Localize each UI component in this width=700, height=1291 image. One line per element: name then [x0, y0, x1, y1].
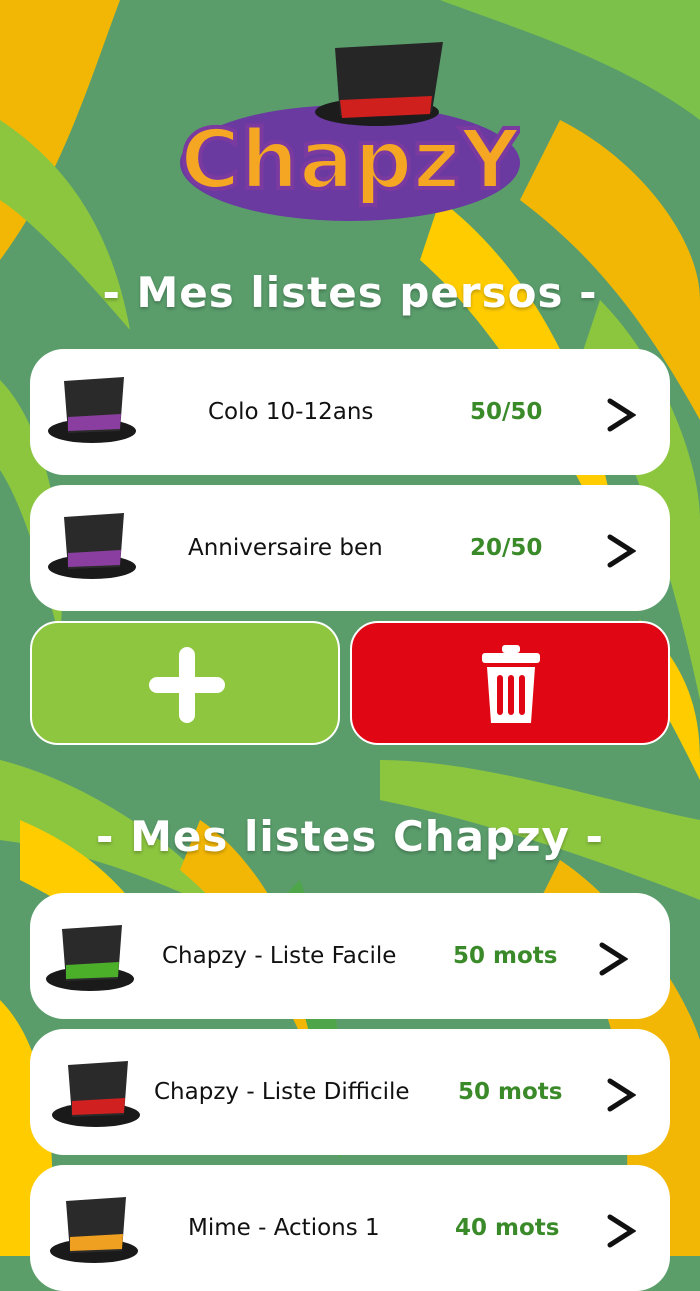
list-count: 20/50 [470, 535, 543, 561]
section-title-personal: - Mes listes persos - [102, 268, 598, 317]
list-name: Chapzy - Liste Difficile [154, 1079, 410, 1105]
add-list-button[interactable] [30, 621, 340, 745]
chevron-right-icon[interactable] [606, 1211, 636, 1251]
chevron-right-icon[interactable] [606, 395, 636, 435]
list-item-personal-2[interactable]: Anniversaire ben 20/50 [30, 485, 670, 611]
list-name: Anniversaire ben [188, 535, 383, 561]
hat-icon [48, 377, 136, 443]
list-count: 50 mots [458, 1079, 563, 1105]
list-item-chapzy-1[interactable]: Chapzy - Liste Facile 50 mots [30, 893, 670, 1019]
list-item-personal-1[interactable]: Colo 10-12ans 50/50 [30, 349, 670, 475]
list-name: Mime - Actions 1 [188, 1215, 380, 1241]
chapzy-logo: ChapzY [180, 42, 520, 221]
list-item-chapzy-2[interactable]: Chapzy - Liste Difficile 50 mots [30, 1029, 670, 1155]
chevron-right-icon[interactable] [606, 531, 636, 571]
hat-icon [50, 1197, 138, 1263]
list-name: Chapzy - Liste Facile [162, 943, 397, 969]
chevron-right-icon[interactable] [606, 1075, 636, 1115]
chevron-right-icon[interactable] [598, 939, 628, 979]
plus-icon [149, 647, 225, 723]
trash-icon [482, 645, 540, 723]
hat-icon [46, 925, 134, 991]
delete-list-button[interactable] [350, 621, 670, 745]
list-item-chapzy-3[interactable]: Mime - Actions 1 40 mots [30, 1165, 670, 1291]
svg-text:ChapzY: ChapzY [180, 113, 520, 208]
hat-icon [52, 1061, 140, 1127]
list-name: Colo 10-12ans [208, 399, 374, 425]
section-title-chapzy: - Mes listes Chapzy - [96, 812, 604, 861]
list-count: 50/50 [470, 399, 543, 425]
list-count: 40 mots [455, 1215, 560, 1241]
hat-icon [48, 513, 136, 579]
list-count: 50 mots [453, 943, 558, 969]
